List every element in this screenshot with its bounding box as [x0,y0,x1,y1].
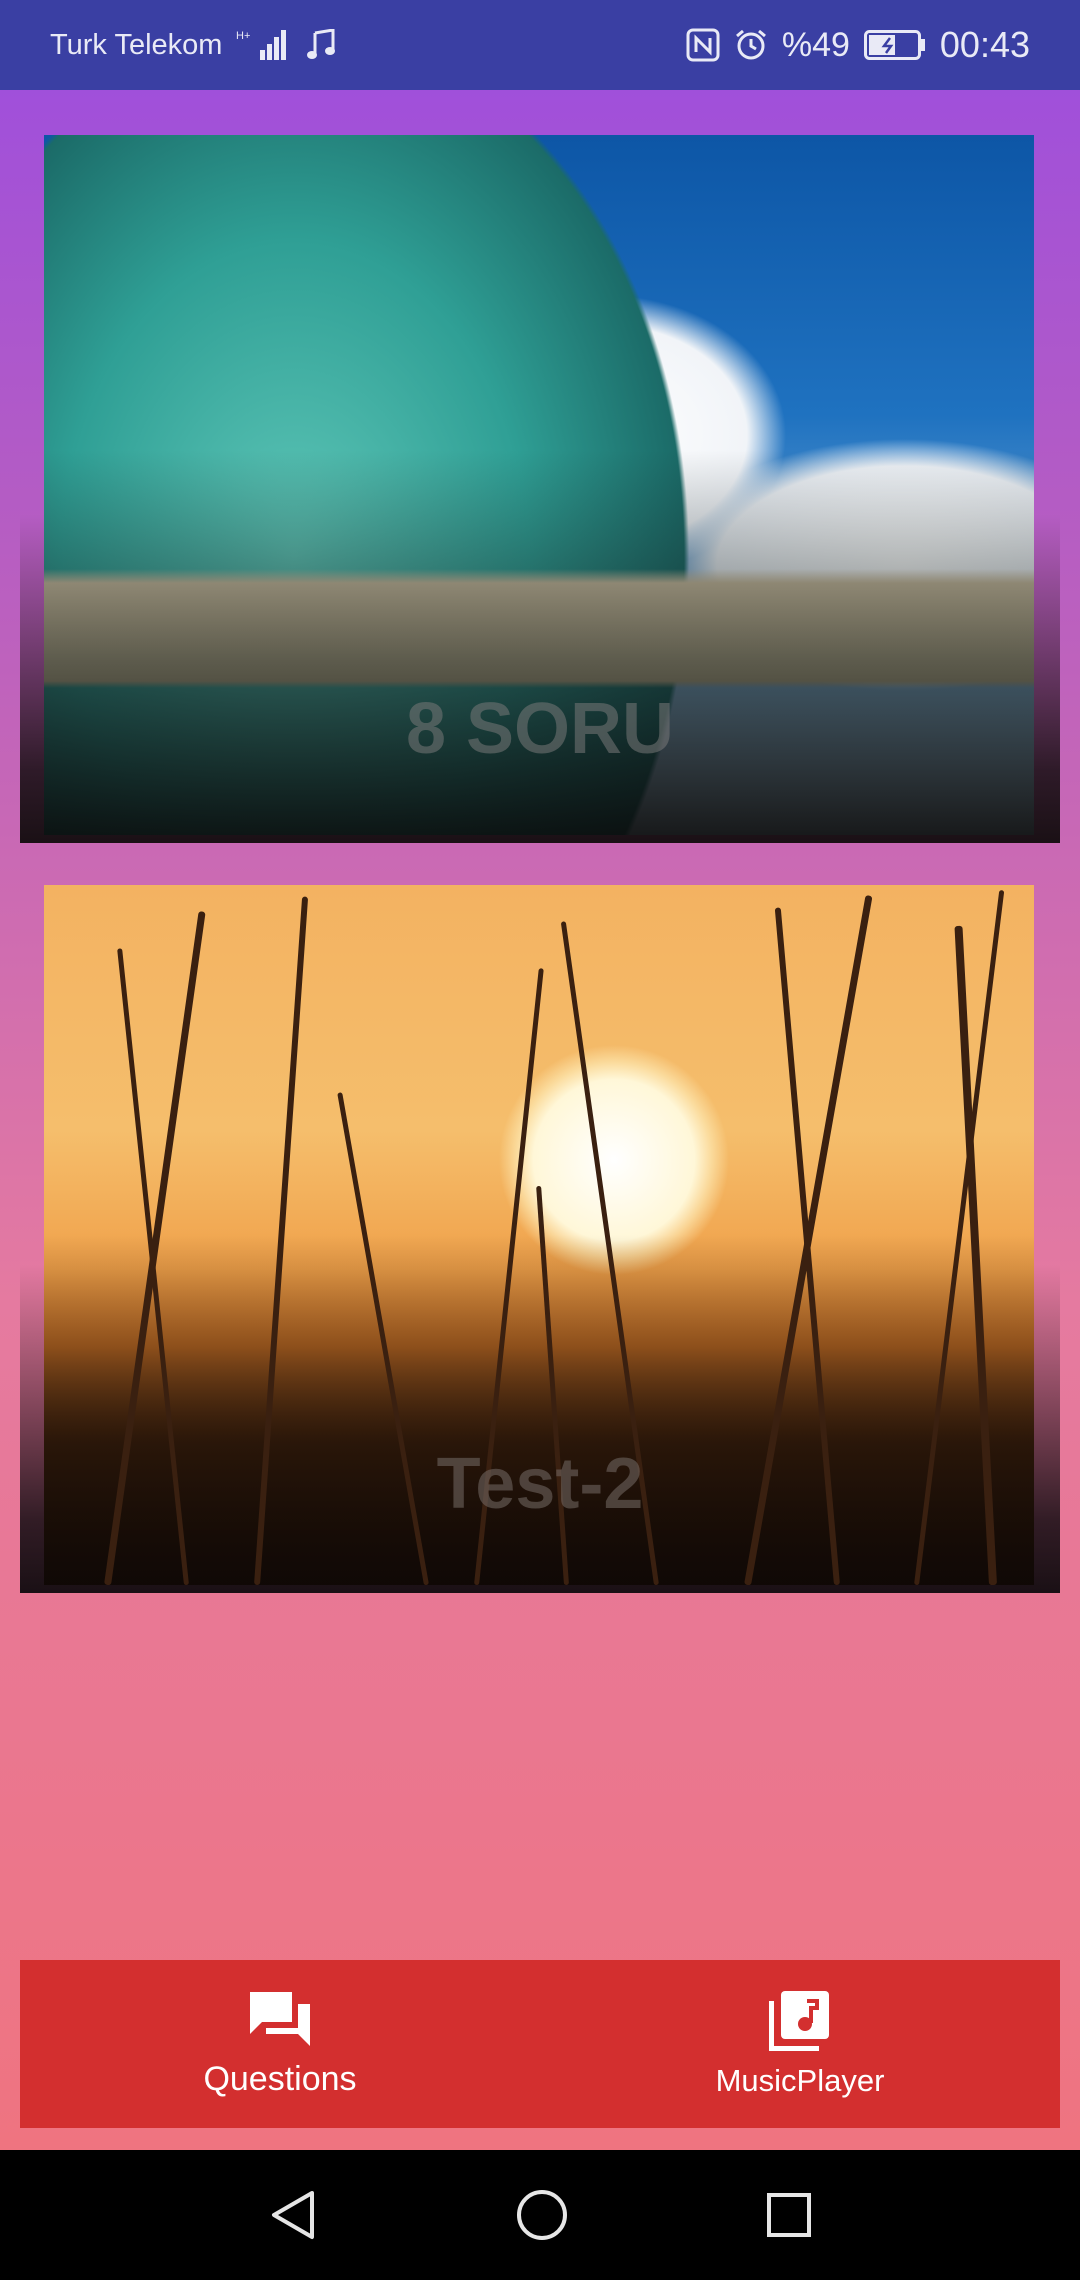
bottom-navigation: Questions MusicPlayer [20,1960,1060,2128]
forum-icon [248,1990,312,2048]
battery-icon [863,30,926,60]
quiz-card-2[interactable]: Test-2 [20,863,1060,1593]
library-music-icon [769,1989,831,2051]
card-title: Test-2 [436,1444,644,1524]
card-title: 8 SORU [405,689,675,769]
nav-label-musicplayer: MusicPlayer [715,2063,885,2098]
nfc-icon [686,28,720,62]
alarm-icon [734,28,768,62]
clock-time: 00:43 [939,24,1030,65]
recents-icon[interactable] [766,2192,812,2238]
grass-stem [536,1185,569,1585]
battery-percent: %49 [781,25,850,64]
status-left: Turk Telekom H+ [50,28,336,62]
nav-label-questions: Questions [203,2059,357,2098]
home-icon[interactable] [515,2188,569,2242]
quiz-card-1[interactable]: 8 SORU [20,113,1060,843]
nav-item-questions[interactable]: Questions [20,1960,540,2128]
system-navigation-bar [0,2150,1080,2280]
nav-item-musicplayer[interactable]: MusicPlayer [540,1960,1060,2128]
network-type: H+ [236,30,250,42]
signal-icon: H+ [236,28,292,62]
back-icon[interactable] [268,2189,318,2241]
status-right: %49 00:43 [686,24,1030,66]
music-note-icon [306,29,336,61]
status-bar: Turk Telekom H+ %49 00:43 [0,0,1080,90]
carrier-name: Turk Telekom [50,28,223,61]
